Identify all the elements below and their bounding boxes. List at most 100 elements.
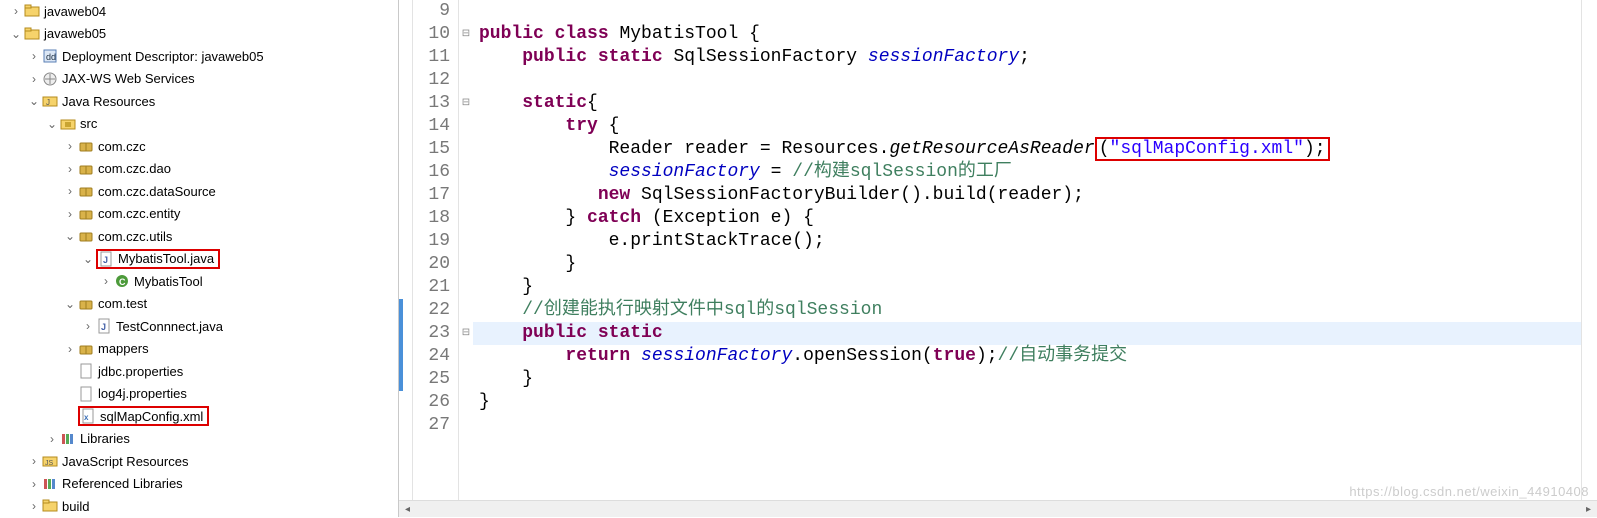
code-line[interactable]: } <box>479 276 1581 299</box>
expand-icon[interactable]: › <box>62 183 78 199</box>
overview-ruler[interactable] <box>1581 0 1597 500</box>
tree-item-com-czc[interactable]: ›com.czc <box>0 135 398 158</box>
expand-icon[interactable]: › <box>98 273 114 289</box>
tree-item-log4j-properties[interactable]: log4j.properties <box>0 383 398 406</box>
expand-icon[interactable]: › <box>26 476 42 492</box>
twisty-spacer <box>62 363 78 379</box>
fold-toggle-icon[interactable]: ⊟ <box>459 322 473 345</box>
tree-item-src[interactable]: ⌄src <box>0 113 398 136</box>
line-number[interactable]: 15 <box>413 138 450 161</box>
horizontal-scrollbar[interactable]: ◂ ▸ <box>399 500 1597 517</box>
code-line[interactable] <box>479 69 1581 92</box>
expand-icon[interactable]: › <box>80 318 96 334</box>
code-line[interactable]: } <box>479 368 1581 391</box>
folding-column[interactable]: ⊟ ⊟ ⊟ <box>459 0 473 500</box>
collapse-icon[interactable]: ⌄ <box>62 296 78 312</box>
tree-item-label: javaweb04 <box>44 4 106 19</box>
code-line[interactable]: return sessionFactory.openSession(true);… <box>479 345 1581 368</box>
tree-item-sqlmapconfig-xml[interactable]: xsqlMapConfig.xml <box>0 405 398 428</box>
collapse-icon[interactable]: ⌄ <box>26 93 42 109</box>
expand-icon[interactable]: › <box>26 48 42 64</box>
tree-item-deployment-descriptor-javaweb05[interactable]: ›ddDeployment Descriptor: javaweb05 <box>0 45 398 68</box>
tree-item-jdbc-properties[interactable]: jdbc.properties <box>0 360 398 383</box>
fold-toggle-icon[interactable]: ⊟ <box>459 92 473 115</box>
code-line[interactable]: Reader reader = Resources.getResourceAsR… <box>479 138 1581 161</box>
code-line[interactable]: public static SqlSessionFactory sessionF… <box>479 46 1581 69</box>
code-line[interactable]: e.printStackTrace(); <box>479 230 1581 253</box>
svg-text:J: J <box>103 255 108 265</box>
tree-item-mybatistool[interactable]: ›CMybatisTool <box>0 270 398 293</box>
code-line[interactable] <box>479 414 1581 437</box>
line-number[interactable]: 19 <box>413 230 450 253</box>
tree-item-javaweb04[interactable]: › javaweb04 <box>0 0 398 23</box>
tree-item-com-czc-entity[interactable]: ›com.czc.entity <box>0 203 398 226</box>
collapse-icon[interactable]: ⌄ <box>62 228 78 244</box>
change-bar <box>399 299 403 391</box>
expand-icon[interactable]: › <box>26 71 42 87</box>
tree-item-com-czc-utils[interactable]: ⌄com.czc.utils <box>0 225 398 248</box>
tree-item-build[interactable]: ›build <box>0 495 398 517</box>
pkg-icon <box>78 183 94 199</box>
expand-icon[interactable]: › <box>26 453 42 469</box>
code-line[interactable]: try { <box>479 115 1581 138</box>
tree-item-libraries[interactable]: ›Libraries <box>0 428 398 451</box>
tree-item-mybatistool-java[interactable]: ⌄ J MybatisTool.java <box>0 248 398 271</box>
line-number[interactable]: 11 <box>413 46 450 69</box>
tree-item-jax-ws-web-services[interactable]: ›JAX-WS Web Services <box>0 68 398 91</box>
tree-item-com-czc-datasource[interactable]: ›com.czc.dataSource <box>0 180 398 203</box>
line-number[interactable]: 26 <box>413 391 450 414</box>
code-line[interactable]: public class MybatisTool { <box>479 23 1581 46</box>
tree-item-com-test[interactable]: ⌄com.test <box>0 293 398 316</box>
code-area[interactable]: public class MybatisTool { public static… <box>473 0 1581 500</box>
line-number-gutter[interactable]: 9101112131415161718192021222324252627 <box>413 0 459 500</box>
tree-item-java-resources[interactable]: ⌄JJava Resources <box>0 90 398 113</box>
line-number[interactable]: 16 <box>413 161 450 184</box>
line-number[interactable]: 12 <box>413 69 450 92</box>
line-number[interactable]: 9 <box>413 0 450 23</box>
code-line[interactable]: new SqlSessionFactoryBuilder().build(rea… <box>479 184 1581 207</box>
tree-item-label: MybatisTool.java <box>118 251 214 266</box>
expand-icon[interactable]: › <box>62 138 78 154</box>
code-line[interactable]: } <box>479 253 1581 276</box>
line-number[interactable]: 21 <box>413 276 450 299</box>
line-number[interactable]: 13 <box>413 92 450 115</box>
tree-item-testconnnect-java[interactable]: ›JTestConnnect.java <box>0 315 398 338</box>
collapse-icon[interactable]: ⌄ <box>80 251 96 267</box>
expand-icon[interactable]: › <box>62 161 78 177</box>
line-number[interactable]: 14 <box>413 115 450 138</box>
tree-item-javaweb05[interactable]: ⌄javaweb05 <box>0 23 398 46</box>
line-number[interactable]: 10 <box>413 23 450 46</box>
line-number[interactable]: 22 <box>413 299 450 322</box>
code-line[interactable]: //创建能执行映射文件中sql的sqlSession <box>479 299 1581 322</box>
expand-icon[interactable]: › <box>44 431 60 447</box>
expand-icon[interactable]: › <box>62 206 78 222</box>
line-number[interactable]: 17 <box>413 184 450 207</box>
line-number[interactable]: 18 <box>413 207 450 230</box>
line-number[interactable]: 24 <box>413 345 450 368</box>
collapse-icon[interactable]: ⌄ <box>8 26 24 42</box>
tree-item-label: Deployment Descriptor: javaweb05 <box>62 49 264 64</box>
line-number[interactable]: 23 <box>413 322 450 345</box>
fold-spacer <box>459 299 473 322</box>
code-line[interactable]: } catch (Exception e) { <box>479 207 1581 230</box>
code-line[interactable] <box>479 0 1581 23</box>
expand-icon[interactable]: › <box>26 498 42 514</box>
code-line[interactable]: static{ <box>479 92 1581 115</box>
tree-item-mappers[interactable]: ›mappers <box>0 338 398 361</box>
scroll-right-button[interactable]: ▸ <box>1580 501 1597 518</box>
fold-toggle-icon[interactable]: ⊟ <box>459 23 473 46</box>
line-number[interactable]: 20 <box>413 253 450 276</box>
expand-icon[interactable]: › <box>8 3 24 19</box>
scroll-left-button[interactable]: ◂ <box>399 501 416 518</box>
line-number[interactable]: 27 <box>413 414 450 437</box>
collapse-icon[interactable]: ⌄ <box>44 116 60 132</box>
code-line[interactable]: sessionFactory = //构建sqlSession的工厂 <box>479 161 1581 184</box>
tree-item-javascript-resources[interactable]: ›JSJavaScript Resources <box>0 450 398 473</box>
project-explorer[interactable]: › javaweb04 ⌄javaweb05›ddDeployment Descri… <box>0 0 398 517</box>
fold-spacer <box>459 253 473 276</box>
line-number[interactable]: 25 <box>413 368 450 391</box>
code-line[interactable]: } <box>479 391 1581 414</box>
tree-item-referenced-libraries[interactable]: ›Referenced Libraries <box>0 473 398 496</box>
tree-item-com-czc-dao[interactable]: ›com.czc.dao <box>0 158 398 181</box>
expand-icon[interactable]: › <box>62 341 78 357</box>
